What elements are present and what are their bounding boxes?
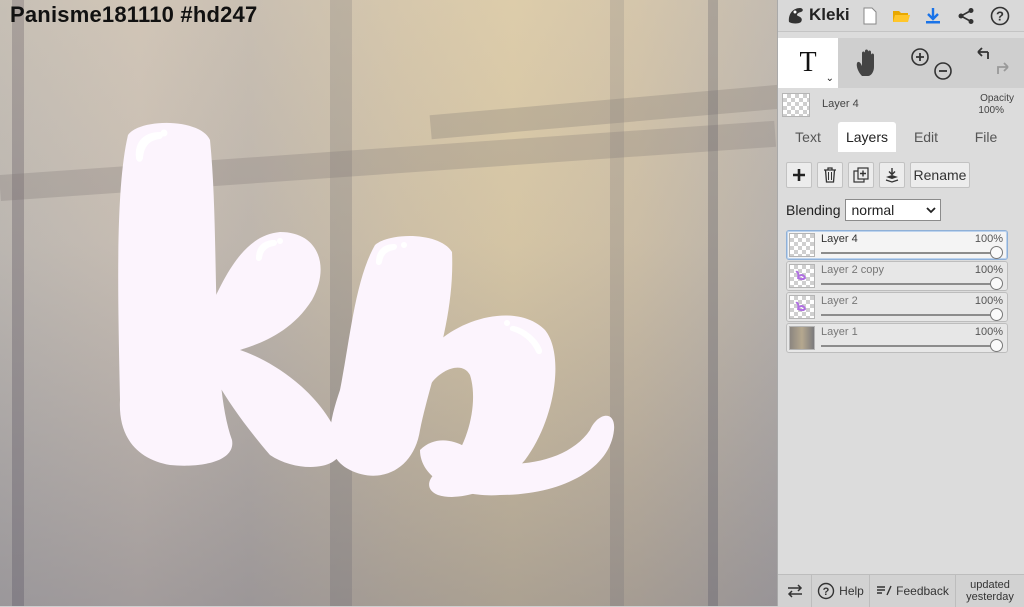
tool-row: T ⌄ [778, 38, 1024, 88]
download-icon [926, 8, 940, 24]
chevron-down-icon [925, 207, 936, 214]
updated-line-1: updated [970, 579, 1010, 591]
share-icon [958, 8, 974, 24]
current-layer-thumbnail [782, 93, 810, 117]
feedback-button[interactable]: Feedback [870, 575, 956, 607]
updated-status[interactable]: updated yesterday [956, 575, 1024, 607]
layer-thumbnail [789, 233, 815, 257]
help-label: Help [839, 584, 864, 598]
tab-file[interactable]: File [956, 122, 1016, 152]
panel-tabs: Text Layers Edit File [778, 122, 1024, 152]
current-layer-name: Layer 4 [822, 98, 859, 110]
opacity-value: 100% [978, 105, 1004, 116]
top-bar: Kleki ? [778, 0, 1024, 32]
kb-lettering-artwork [118, 122, 615, 497]
help-circle-icon: ? [817, 582, 835, 600]
layer-thumbnail [789, 326, 815, 350]
canvas-title: Panisme181110 #hd247 [10, 2, 258, 27]
help-button[interactable]: ? [988, 4, 1012, 28]
tab-edit[interactable]: Edit [896, 122, 956, 152]
opacity-slider-handle[interactable] [990, 339, 1003, 352]
layer-thumbnail [789, 295, 815, 319]
blending-select[interactable]: normal [844, 199, 941, 221]
merge-down-icon [885, 168, 899, 183]
help-icon: ? [990, 6, 1010, 26]
opacity-slider-track[interactable] [821, 345, 997, 347]
updated-line-2: yesterday [966, 591, 1014, 603]
blending-row: Blending normal [786, 198, 941, 222]
layer-opacity: 100% [974, 295, 1003, 307]
footer-bar: ? Help Feedback updated yesterday [778, 574, 1024, 607]
opacity-label: Opacity [980, 93, 1014, 104]
tab-layers[interactable]: Layers [838, 122, 896, 152]
layer-item-layer-1[interactable]: Layer 1 100% [786, 323, 1008, 353]
kleki-logo-icon [788, 8, 803, 24]
text-tool-icon: T [799, 47, 817, 78]
duplicate-icon [853, 167, 869, 183]
open-folder-icon [893, 11, 910, 22]
app-logo[interactable]: Kleki [786, 5, 850, 25]
undo-redo-icon[interactable] [968, 43, 1018, 83]
plus-icon [793, 169, 805, 181]
swap-arrows-icon [787, 584, 802, 598]
duplicate-layer-button[interactable] [848, 162, 874, 188]
opacity-slider-track[interactable] [821, 283, 997, 285]
layer-item-layer-2[interactable]: Layer 2 100% [786, 292, 1008, 322]
merge-layer-button[interactable] [879, 162, 905, 188]
rename-layer-button[interactable]: Rename [910, 162, 970, 188]
layer-item-layer-4[interactable]: Layer 4 100% [786, 230, 1008, 260]
layer-name: Layer 1 [821, 326, 858, 338]
sidebar: Kleki ? T ⌄ Layer 4 Opacity 100% Text La… [777, 0, 1024, 607]
zoom-in-out-icon[interactable] [905, 43, 955, 83]
layer-name: Layer 2 [821, 295, 858, 307]
svg-text:?: ? [823, 586, 830, 598]
hand-tool-button[interactable] [838, 38, 898, 88]
layer-thumbnail-art [795, 301, 807, 312]
layer-name: Layer 2 copy [821, 264, 884, 276]
swap-side-button[interactable] [778, 575, 812, 607]
share-button[interactable] [954, 4, 978, 28]
zoom-tool [898, 38, 962, 88]
delete-layer-button[interactable] [817, 162, 843, 188]
opacity-slider-track[interactable] [821, 314, 997, 316]
tab-text[interactable]: Text [778, 122, 838, 152]
current-layer-info: Layer 4 Opacity 100% [778, 88, 1024, 122]
opacity-slider-handle[interactable] [990, 246, 1003, 259]
app-name: Kleki [809, 5, 850, 24]
drawing-canvas[interactable]: Panisme181110 #hd247 [0, 0, 777, 606]
opacity-slider-handle[interactable] [990, 308, 1003, 321]
add-layer-button[interactable] [786, 162, 812, 188]
new-file-button[interactable] [858, 4, 882, 28]
layer-opacity: 100% [974, 326, 1003, 338]
layer-thumbnail-art [795, 270, 807, 281]
svg-text:?: ? [996, 9, 1004, 24]
open-folder-button[interactable] [889, 4, 913, 28]
blending-label: Blending [786, 202, 841, 218]
layer-item-layer-2-copy[interactable]: Layer 2 copy 100% [786, 261, 1008, 291]
layers-panel: Rename Blending normal Layer 4 100% Laye… [778, 152, 1024, 572]
layer-opacity: 100% [974, 264, 1003, 276]
undo-redo-tool [962, 38, 1024, 88]
new-file-icon [863, 7, 877, 25]
blending-value: normal [851, 202, 895, 218]
layer-opacity: 100% [974, 233, 1003, 245]
feedback-icon [877, 585, 892, 596]
text-tool-button[interactable]: T ⌄ [778, 38, 838, 88]
opacity-slider-handle[interactable] [990, 277, 1003, 290]
layer-name: Layer 4 [821, 233, 858, 245]
hand-icon [856, 49, 874, 76]
help-footer-button[interactable]: ? Help [812, 575, 870, 607]
download-button[interactable] [921, 4, 945, 28]
chevron-down-icon: ⌄ [825, 73, 834, 84]
opacity-slider-track[interactable] [821, 252, 997, 254]
layer-thumbnail [789, 264, 815, 288]
trash-icon [824, 167, 836, 183]
feedback-label: Feedback [896, 584, 949, 598]
